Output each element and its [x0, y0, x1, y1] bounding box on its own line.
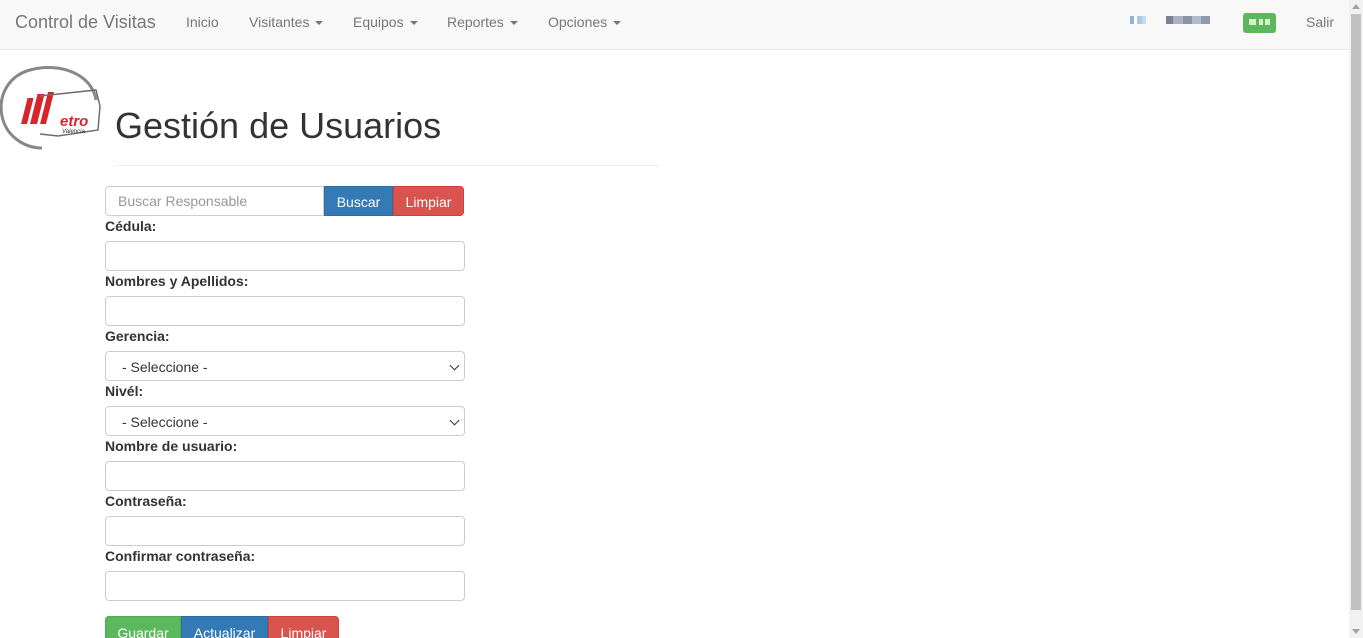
scroll-down-arrow-icon[interactable] [1352, 629, 1360, 634]
gerencia-label: Gerencia: [105, 328, 170, 344]
title-divider [115, 165, 659, 166]
gerencia-select[interactable]: - Seleccione - [105, 351, 465, 381]
logo-text: etro [60, 113, 88, 130]
nivel-selected-value: - Seleccione - [122, 414, 208, 430]
user-name-redacted [1130, 16, 1146, 24]
nivel-label: Nivél: [105, 383, 144, 399]
save-button[interactable]: Guardar [105, 616, 181, 638]
confirmar-contrasena-input[interactable] [105, 571, 465, 601]
search-button[interactable]: Buscar [324, 186, 393, 216]
top-navbar: Control de Visitas Inicio Visitantes Equ… [0, 0, 1349, 50]
user-avatar-badge [1243, 13, 1276, 33]
cedula-label: Cédula: [105, 218, 157, 234]
navbar-brand[interactable]: Control de Visitas [15, 12, 156, 32]
usuario-input[interactable] [105, 461, 465, 491]
confirmar-contrasena-label: Confirmar contraseña: [105, 548, 256, 564]
caret-down-icon [409, 21, 418, 26]
logo-subtext: Valencia [62, 129, 85, 135]
gerencia-selected-value: - Seleccione - [122, 359, 208, 375]
caret-down-icon [613, 21, 622, 26]
nav-item-label: Visitantes [249, 14, 310, 30]
nav-item-label: Inicio [186, 14, 219, 30]
nav-item-label: Opciones [548, 14, 608, 30]
nav-item-opciones[interactable]: Opciones [548, 14, 622, 31]
vertical-scrollbar[interactable] [1349, 0, 1363, 638]
update-button[interactable]: Actualizar [181, 616, 268, 638]
caret-down-icon [315, 21, 324, 26]
nombres-input[interactable] [105, 296, 465, 326]
logout-link[interactable]: Salir [1306, 14, 1334, 31]
page-title: Gestión de Usuarios [115, 105, 442, 146]
nombres-label: Nombres y Apellidos: [105, 273, 249, 289]
contrasena-input[interactable] [105, 516, 465, 546]
contrasena-label: Contraseña: [105, 493, 187, 509]
search-clear-button[interactable]: Limpiar [393, 186, 464, 216]
metro-valencia-logo: etro Valencia [0, 66, 101, 150]
usuario-label: Nombre de usuario: [105, 438, 238, 454]
search-responsable-input[interactable] [105, 186, 324, 216]
caret-down-icon [509, 21, 518, 26]
chevron-down-icon [449, 415, 460, 426]
scroll-up-arrow-icon[interactable] [1352, 4, 1360, 9]
nav-item-inicio[interactable]: Inicio [186, 14, 219, 31]
clear-form-button[interactable]: Limpiar [268, 616, 339, 638]
cedula-input[interactable] [105, 241, 465, 271]
chevron-down-icon [449, 360, 460, 371]
scrollbar-thumb[interactable] [1351, 14, 1361, 610]
user-role-redacted [1166, 16, 1210, 24]
nav-item-equipos[interactable]: Equipos [353, 14, 418, 31]
nav-item-label: Equipos [353, 14, 404, 30]
nav-item-reportes[interactable]: Reportes [447, 14, 518, 31]
nivel-select[interactable]: - Seleccione - [105, 406, 465, 436]
nav-item-visitantes[interactable]: Visitantes [249, 14, 324, 31]
nav-item-label: Reportes [447, 14, 504, 30]
